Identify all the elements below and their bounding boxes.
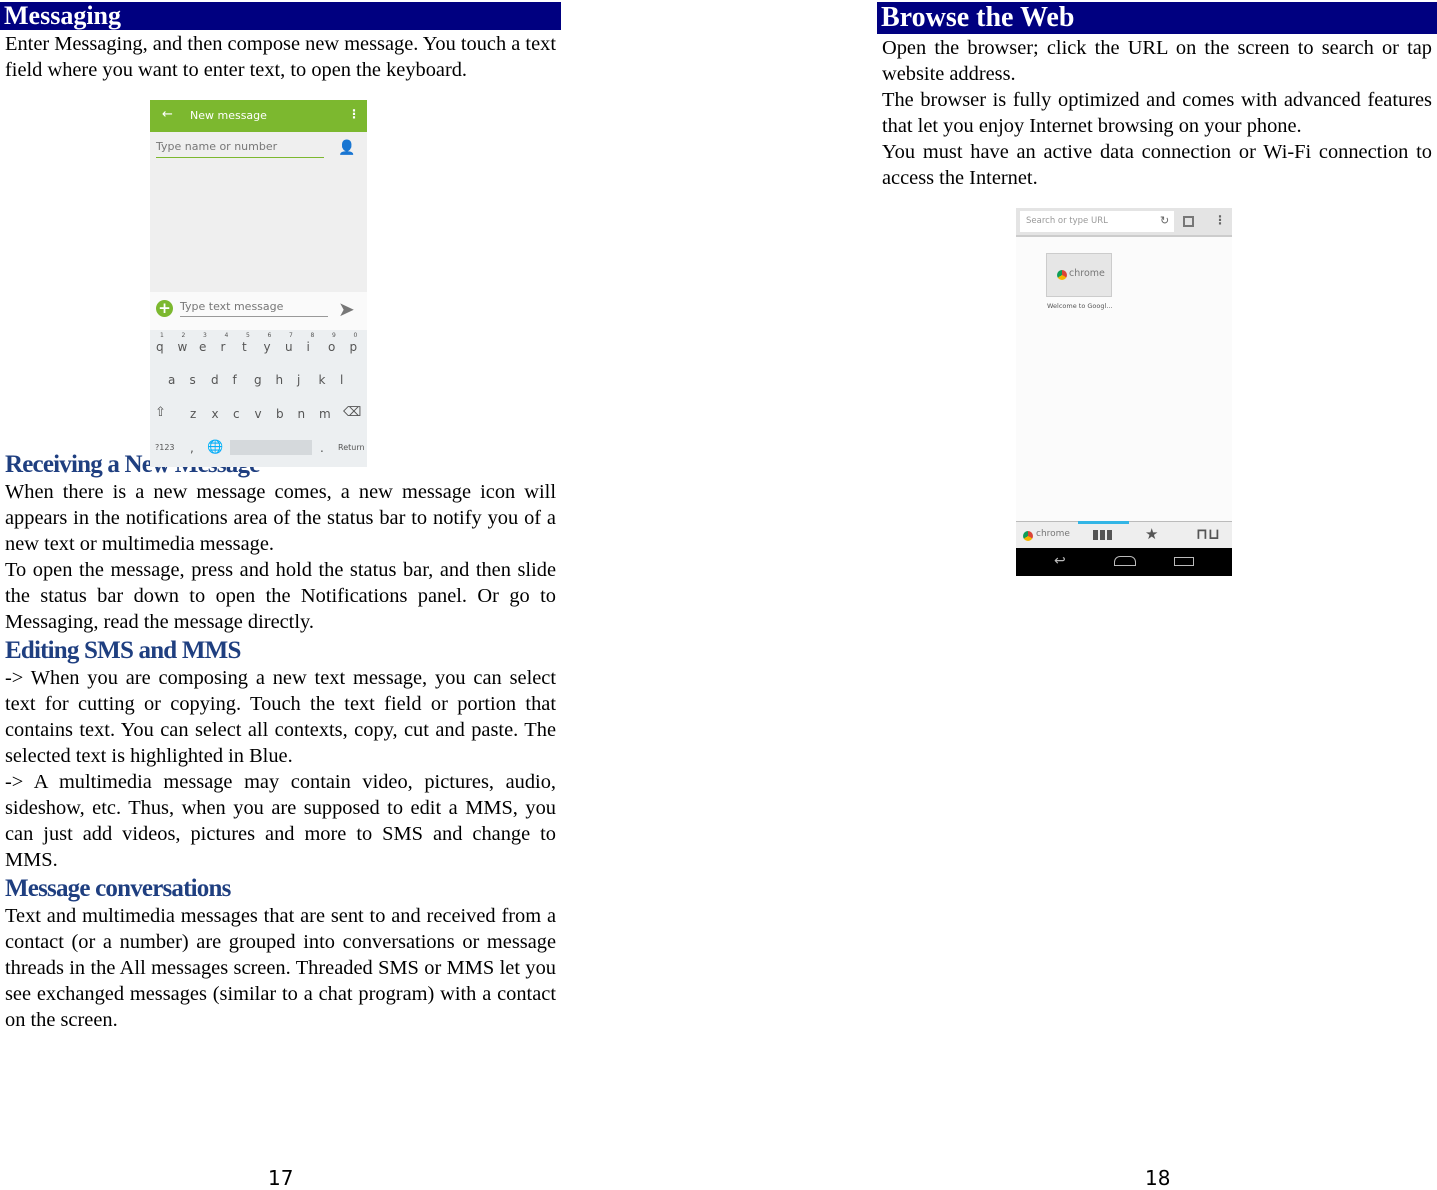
- add-attachment-icon: +: [156, 300, 173, 317]
- compose-bar: + Type text message ➤: [150, 292, 367, 330]
- keyboard-key: f: [232, 373, 237, 387]
- paragraph: Open the browser; click the URL on the s…: [882, 37, 1432, 85]
- keyboard-key: y: [263, 340, 271, 354]
- keyboard-key: i: [306, 340, 310, 354]
- keyboard-key: b: [276, 407, 284, 421]
- key-hint: 5: [246, 332, 250, 339]
- paragraph: -> A multimedia message may contain vide…: [5, 771, 556, 871]
- app-bar-title: New message: [190, 109, 267, 122]
- key-hint: 9: [332, 332, 336, 339]
- chrome-logo-icon: [1057, 270, 1067, 280]
- overflow-menu-icon: ⋮: [348, 107, 360, 121]
- page-title: Browse the Web: [881, 2, 1075, 33]
- keyboard-key: w: [177, 340, 188, 354]
- keyboard-key: a: [168, 373, 176, 387]
- most-visited-icon[interactable]: [1093, 530, 1113, 540]
- keyboard-key: t: [242, 340, 247, 354]
- messaging-screenshot: ← New message ⋮ Type name or number 👤 + …: [150, 100, 367, 467]
- bottom-tab-bar: chrome ★ ⊓⊔: [1016, 521, 1232, 548]
- keyboard-key: g: [254, 373, 262, 387]
- symbols-key: ?123: [155, 443, 175, 452]
- browser-screenshot: Search or type URL ↻ ⋮ chrome Welcome to…: [1016, 208, 1232, 576]
- overflow-menu-icon: ⋮: [1214, 213, 1226, 227]
- tabs-icon: [1183, 216, 1194, 227]
- page-title-bar: Browse the Web: [877, 2, 1437, 34]
- keyboard-key: p: [349, 340, 358, 354]
- key-hint: 6: [267, 332, 272, 339]
- key-hint: 3: [203, 332, 207, 339]
- url-bar: Search or type URL ↻: [1020, 211, 1174, 232]
- keyboard-key: h: [275, 373, 284, 387]
- back-icon[interactable]: ↩: [1054, 553, 1066, 569]
- system-nav-bar: ↩: [1016, 548, 1232, 576]
- shift-icon: ⇧: [155, 405, 166, 420]
- keyboard-key: z: [190, 407, 197, 421]
- keyboard-key: x: [211, 407, 219, 421]
- keyboard: q 1 w 2 e 3 r 4 t 5 y 6 u 7 i 8 o 9 p 0 a s d f g h j k l z x c v b n m ?123…: [150, 330, 367, 467]
- paragraph: The browser is fully optimized and comes…: [882, 89, 1432, 137]
- page-title-bar: Messaging: [0, 2, 561, 30]
- add-contact-icon: 👤: [338, 140, 356, 156]
- message-field: Type text message: [180, 300, 328, 317]
- key-hint: 0: [353, 332, 358, 339]
- recent-apps-icon[interactable]: [1174, 557, 1194, 566]
- space-bar: [230, 440, 312, 455]
- keyboard-key: v: [254, 407, 262, 421]
- intro-paragraph: Enter Messaging, and then compose new me…: [5, 33, 557, 81]
- paragraph: When there is a new message comes, a new…: [5, 481, 556, 555]
- send-icon: ➤: [338, 297, 355, 321]
- page-title: Messaging: [4, 1, 121, 30]
- url-placeholder: Search or type URL: [1026, 216, 1108, 226]
- chrome-logo-icon: [1023, 531, 1033, 541]
- comma-key: ,: [190, 441, 194, 455]
- home-icon[interactable]: [1114, 556, 1136, 566]
- key-hint: 8: [310, 332, 315, 339]
- bottom-tab-label: chrome: [1036, 529, 1070, 539]
- keyboard-key: r: [220, 340, 226, 354]
- period-key: .: [320, 441, 324, 455]
- globe-icon: 🌐: [207, 440, 224, 455]
- backspace-icon: ⌫: [343, 405, 362, 420]
- keyboard-key: k: [318, 373, 326, 387]
- paragraph: -> When you are composing a new text mes…: [5, 667, 556, 767]
- back-arrow-icon: ←: [162, 107, 173, 122]
- other-devices-icon[interactable]: ⊓⊔: [1196, 525, 1220, 543]
- key-hint: 4: [224, 332, 229, 339]
- keyboard-key: n: [297, 407, 306, 421]
- keyboard-key: m: [319, 407, 331, 421]
- bookmarks-star-icon[interactable]: ★: [1145, 525, 1158, 543]
- keyboard-key: j: [297, 373, 301, 387]
- tile-label: chrome: [1069, 268, 1105, 279]
- toolbar: Search or type URL ↻ ⋮: [1016, 208, 1232, 237]
- paragraph: To open the message, press and hold the …: [5, 559, 556, 633]
- keyboard-key: c: [233, 407, 240, 421]
- page-number: 17: [268, 1166, 294, 1190]
- app-bar: ← New message ⋮: [150, 100, 367, 132]
- section-heading: Message conversations: [5, 875, 231, 902]
- recipient-field: Type name or number: [156, 140, 324, 158]
- paragraph: Text and multimedia messages that are se…: [5, 905, 556, 1031]
- paragraph: You must have an active data connection …: [882, 141, 1432, 189]
- reload-icon: ↻: [1160, 214, 1170, 227]
- tile-caption: Welcome to Googl...: [1047, 302, 1113, 310]
- keyboard-key: s: [189, 373, 196, 387]
- right-column: Open the browser; click the URL on the s…: [882, 35, 1432, 191]
- return-key: Return: [338, 443, 365, 452]
- keyboard-key: u: [285, 340, 293, 354]
- key-hint: 7: [289, 332, 293, 339]
- page-number: 18: [1145, 1166, 1171, 1190]
- active-tab-indicator: [1078, 521, 1129, 524]
- section-heading: Editing SMS and MMS: [5, 637, 241, 664]
- keyboard-key: e: [199, 340, 207, 354]
- keyboard-key: o: [328, 340, 336, 354]
- key-hint: 1: [160, 332, 164, 339]
- key-hint: 2: [181, 332, 186, 339]
- keyboard-key: d: [211, 373, 219, 387]
- keyboard-key: q: [156, 340, 164, 354]
- keyboard-key: l: [340, 373, 344, 387]
- most-visited-tile[interactable]: chrome: [1046, 253, 1112, 297]
